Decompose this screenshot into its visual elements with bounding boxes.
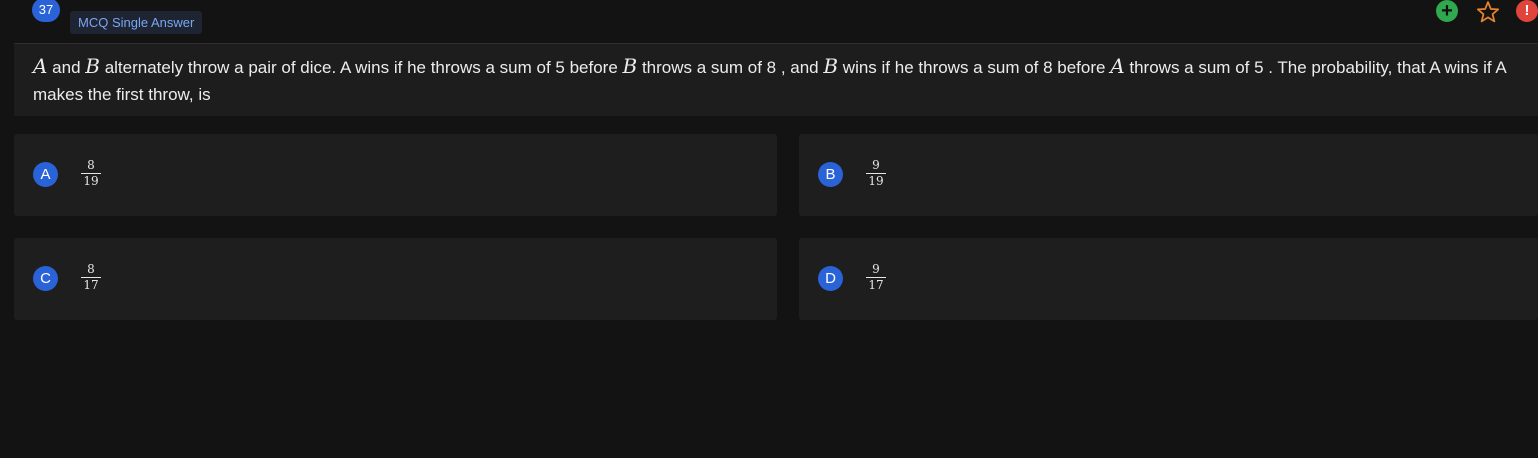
question-type-badge: MCQ Single Answer — [70, 11, 203, 34]
fraction-numerator: 9 — [872, 158, 880, 172]
option-fraction: 8 19 — [81, 159, 101, 188]
option-label-badge: A — [33, 162, 58, 187]
option-label-badge: B — [818, 162, 843, 187]
math-variable: B — [823, 54, 839, 78]
question-page: 37 MCQ Single Answer + ! A and B alterna… — [0, 0, 1538, 458]
fraction-numerator: 9 — [872, 262, 880, 276]
option-label-badge: C — [33, 266, 58, 291]
fraction-numerator: 8 — [87, 262, 95, 276]
math-variable: B — [622, 54, 638, 78]
math-variable: B — [85, 54, 100, 78]
question-text-segment: throws a sum of 8 , and — [637, 58, 824, 77]
option-fraction: 9 19 — [866, 159, 886, 188]
option-fraction: 9 17 — [866, 263, 886, 292]
fraction-denominator: 19 — [868, 174, 884, 188]
plus-circle-icon[interactable]: + — [1436, 0, 1458, 22]
fraction-denominator: 19 — [83, 174, 99, 188]
cut-off-header-text — [82, 0, 162, 1]
option-a[interactable]: A 8 19 — [14, 134, 777, 216]
fraction-numerator: 8 — [87, 158, 95, 172]
option-c[interactable]: C 8 17 — [14, 238, 777, 320]
question-text-segment: and — [47, 58, 86, 77]
option-fraction: 8 17 — [81, 263, 101, 292]
fraction-denominator: 17 — [83, 278, 99, 292]
fraction-denominator: 17 — [868, 278, 884, 292]
option-label-badge: D — [818, 266, 843, 291]
option-b[interactable]: B 9 19 — [799, 134, 1538, 216]
question-text: A and B alternately throw a pair of dice… — [33, 53, 1533, 108]
question-card: A and B alternately throw a pair of dice… — [14, 43, 1538, 116]
option-d[interactable]: D 9 17 — [799, 238, 1538, 320]
question-number-badge: 37 — [32, 0, 60, 22]
question-text-segment: alternately throw a pair of dice. A wins… — [99, 58, 623, 77]
star-icon[interactable] — [1475, 0, 1501, 25]
alert-circle-icon[interactable]: ! — [1516, 0, 1538, 22]
math-variable: A — [1110, 54, 1125, 78]
math-variable: A — [33, 54, 48, 78]
question-text-segment: wins if he throws a sum of 8 before — [838, 58, 1111, 77]
